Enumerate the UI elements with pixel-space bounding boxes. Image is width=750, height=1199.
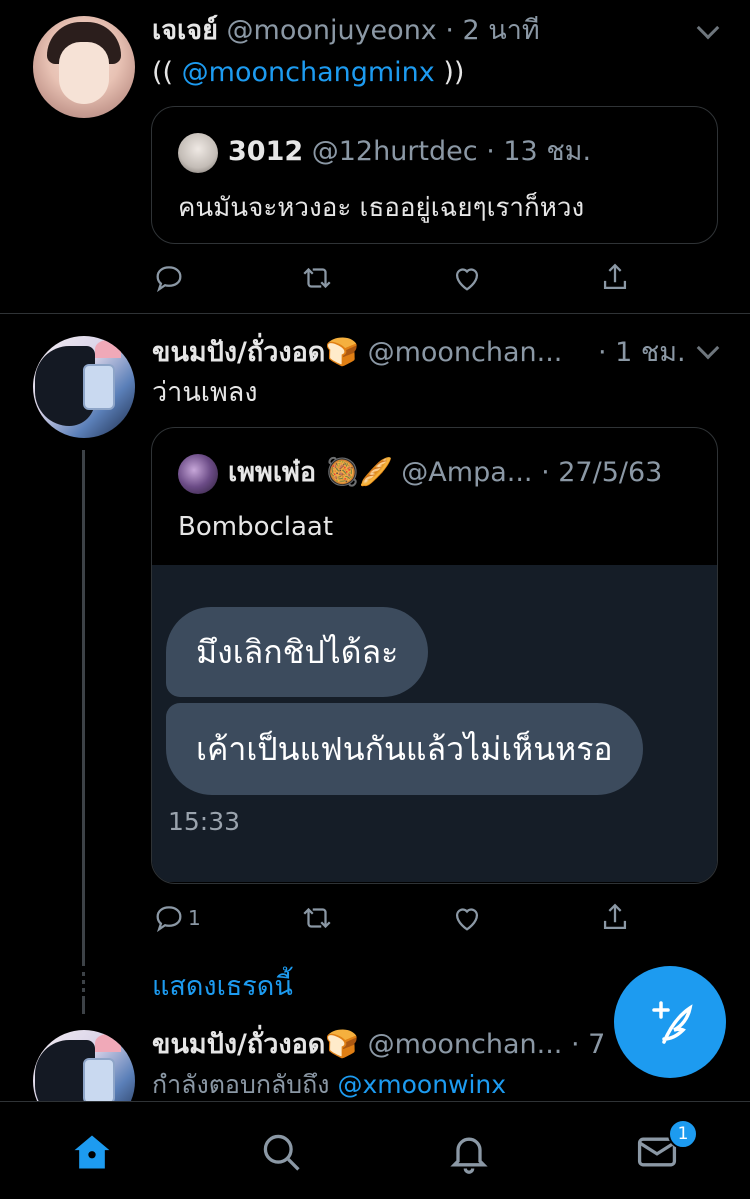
bottom-tab-bar: [0, 1101, 750, 1199]
timestamp: · 2 นาที: [445, 15, 540, 46]
user-handle[interactable]: @moonjuyeonx: [227, 15, 437, 46]
tweet-actions: [152, 258, 632, 298]
tweet-actions: 1: [152, 898, 632, 938]
tweet-header: ขนมปัง/ถั่วงอด🍞 @moonchan... · 7: [152, 1028, 605, 1062]
reply-context: กำลังตอบกลับถึง @xmoonwinx: [152, 1068, 506, 1101]
chat-screenshot-image[interactable]: มึงเลิกชิปได้ละ เค้าเป็นแฟนกันแล้วไม่เห็…: [152, 565, 717, 882]
reply-button[interactable]: 1: [152, 898, 201, 938]
avatar-ear: [95, 1034, 121, 1052]
reply-icon: [156, 266, 182, 293]
avatar-face: [59, 42, 109, 104]
tweet-text: ว่านเพลง: [152, 377, 258, 408]
display-name[interactable]: เจเจย์: [152, 15, 218, 46]
heart-icon: [455, 268, 479, 291]
share-icon: [603, 903, 627, 930]
retweet-button[interactable]: [300, 258, 334, 298]
avatar-phone: [83, 1058, 115, 1101]
chat-bubble: เค้าเป็นแฟนกันแล้วไม่เห็นหรอ: [166, 703, 643, 795]
quote-timestamp: · 27/5/63: [541, 457, 663, 488]
timestamp: · 7: [570, 1029, 606, 1060]
tweet-1[interactable]: เจเจย์ @moonjuyeonx · 2 นาที (( @mooncha…: [0, 0, 750, 312]
avatar-ear: [95, 340, 121, 358]
user-handle[interactable]: @moonchan...: [368, 1029, 563, 1060]
messages-badge: 1: [668, 1119, 698, 1149]
text-suffix: )): [443, 57, 465, 88]
chat-bubble: มึงเลิกชิปได้ละ: [166, 607, 429, 697]
reply-prefix: กำลังตอบกลับถึง: [152, 1070, 330, 1099]
thread-dot: [82, 972, 85, 976]
text-prefix: ((: [152, 57, 174, 88]
quoted-tweet[interactable]: 3012 @12hurtdec · 13 ชม. คนมันจะหวงอะ เธ…: [151, 106, 718, 244]
compose-feather-icon: [652, 1001, 693, 1044]
tweet-text: (( @moonchangminx )): [152, 56, 464, 90]
home-icon: [74, 1135, 110, 1169]
tweet-header: เจเจย์ @moonjuyeonx · 2 นาที: [152, 14, 540, 48]
reply-count: 1: [188, 906, 201, 930]
tab-notifications[interactable]: [447, 1130, 491, 1174]
mention-link[interactable]: @moonchangminx: [182, 57, 435, 88]
mention-link[interactable]: @xmoonwinx: [337, 1070, 506, 1099]
tab-home[interactable]: [70, 1130, 114, 1174]
chevron-down-icon[interactable]: [696, 16, 720, 40]
thread-line: [82, 450, 85, 966]
thread-dot: [82, 980, 85, 984]
bell-icon: [450, 1137, 488, 1174]
display-name[interactable]: ขนมปัง/ถั่วงอด🍞: [152, 337, 359, 368]
retweet-button[interactable]: [300, 898, 334, 938]
thread-dot: [82, 988, 85, 992]
quote-text: คนมันจะหวงอะ เธออยู่เฉยๆเราก็หวง: [178, 193, 585, 223]
quote-handle: @Ampa...: [401, 457, 533, 488]
heart-icon: [455, 908, 479, 931]
reply-icon: [156, 906, 182, 933]
quote-display-name: เพพเพ๋อ 🥘🥖: [228, 457, 393, 488]
quote-header: เพพเพ๋อ 🥘🥖 @Ampa... · 27/5/63: [228, 456, 662, 490]
reply-button[interactable]: [152, 258, 186, 298]
quote-text: Bomboclaat: [178, 512, 334, 542]
thread-line: [82, 996, 85, 1014]
avatar[interactable]: [33, 16, 135, 118]
user-handle[interactable]: @moonchan...: [368, 337, 563, 368]
show-thread-link[interactable]: แสดงเธรดนี้: [152, 964, 293, 1007]
quote-handle: @12hurtdec: [311, 136, 478, 167]
share-button[interactable]: [598, 898, 632, 938]
like-button[interactable]: [450, 898, 484, 938]
compose-tweet-button[interactable]: [614, 966, 726, 1078]
avatar-phone: [83, 364, 115, 410]
chat-timestamp: 15:33: [168, 807, 241, 836]
tweet-2[interactable]: ขนมปัง/ถั่วงอด🍞 @moonchan... · 1 ชม. ว่า…: [0, 314, 750, 1014]
avatar[interactable]: [33, 336, 135, 438]
share-icon: [603, 263, 627, 290]
like-button[interactable]: [450, 258, 484, 298]
quote-timestamp: · 13 ชม.: [486, 136, 592, 167]
tweet-header: ขนมปัง/ถั่วงอด🍞 @moonchan...: [152, 336, 562, 370]
quote-avatar: [178, 133, 218, 173]
chevron-down-icon[interactable]: [696, 336, 720, 360]
tab-search[interactable]: [259, 1130, 303, 1174]
timestamp: · 1 ชม.: [598, 337, 686, 368]
avatar[interactable]: [33, 1030, 135, 1101]
quote-header: 3012 @12hurtdec · 13 ชม.: [228, 135, 591, 169]
share-button[interactable]: [598, 258, 632, 298]
search-icon: [263, 1134, 300, 1171]
retweet-icon: [303, 267, 331, 289]
quote-display-name: 3012: [228, 136, 304, 167]
quote-avatar: [178, 454, 218, 494]
quoted-tweet[interactable]: เพพเพ๋อ 🥘🥖 @Ampa... · 27/5/63 Bomboclaat…: [151, 427, 718, 884]
display-name[interactable]: ขนมปัง/ถั่วงอด🍞: [152, 1029, 359, 1060]
retweet-icon: [303, 907, 331, 929]
